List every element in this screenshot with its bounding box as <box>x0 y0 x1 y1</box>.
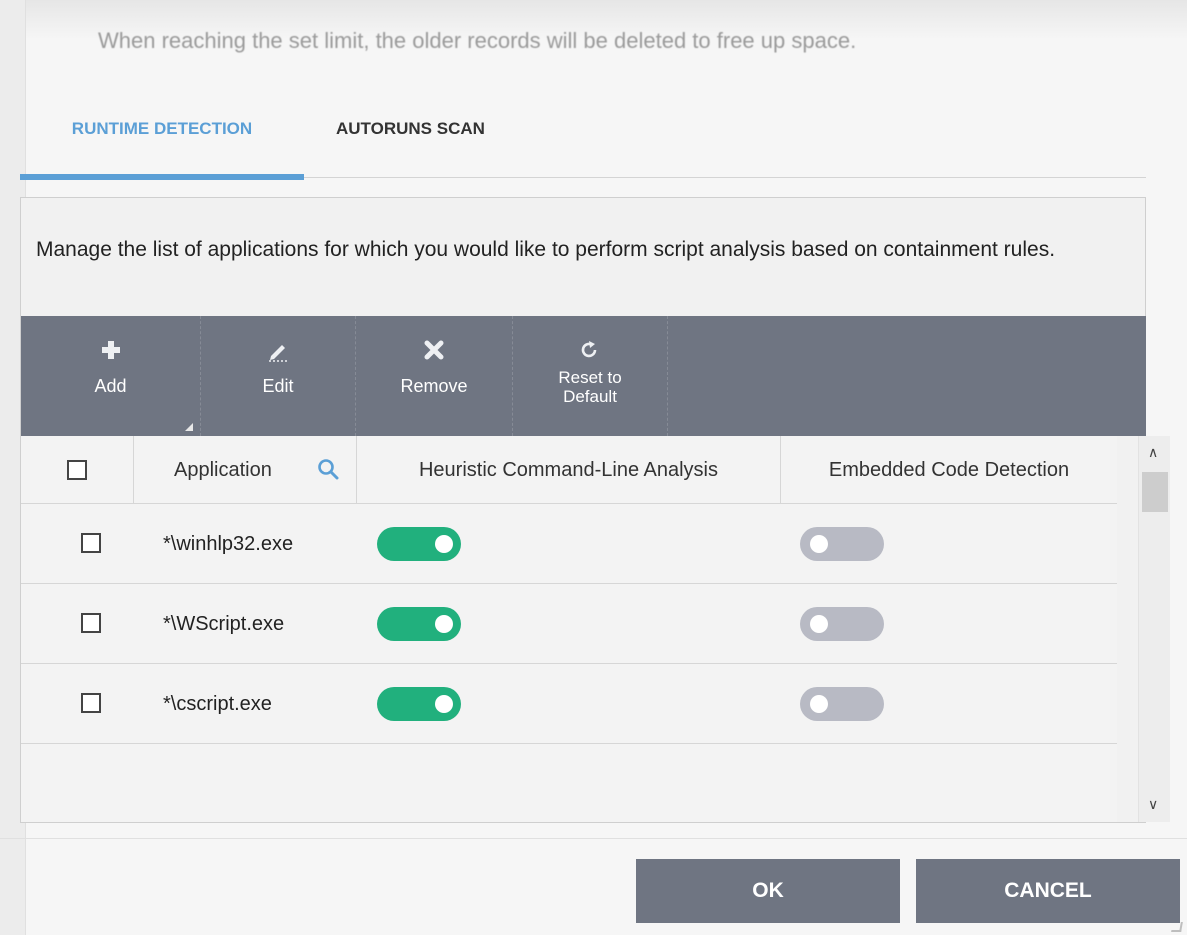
dropdown-corner-icon <box>185 423 193 431</box>
table-header: Application Heuristic Command-Line Analy… <box>21 436 1117 504</box>
footer-divider <box>0 838 1187 839</box>
add-label: Add <box>94 376 127 396</box>
toggle-knob <box>810 615 828 633</box>
resize-grip-icon[interactable] <box>1171 922 1183 932</box>
select-all-checkbox[interactable] <box>67 460 87 480</box>
ok-button[interactable]: OK <box>636 859 900 923</box>
column-label-application: Application <box>174 458 272 481</box>
application-name: *\WScript.exe <box>163 612 285 635</box>
pencil-icon <box>267 340 289 362</box>
column-header-embedded[interactable]: Embedded Code Detection <box>781 436 1117 504</box>
embedded-toggle[interactable] <box>800 607 884 641</box>
tab-autoruns-scan[interactable]: AUTORUNS SCAN <box>336 110 485 180</box>
table-row[interactable]: *\WScript.exe <box>21 584 1117 664</box>
column-label-heuristic: Heuristic Command-Line Analysis <box>418 458 718 481</box>
heuristic-toggle[interactable] <box>377 527 461 561</box>
table-empty-area <box>21 744 1117 822</box>
panel-description: Manage the list of applications for whic… <box>36 238 1056 261</box>
x-icon <box>424 340 444 362</box>
embedded-toggle[interactable] <box>800 527 884 561</box>
reset-to-default-button[interactable]: Reset to Default <box>513 316 668 436</box>
edit-button[interactable]: Edit <box>201 316 356 436</box>
chevron-down-icon[interactable]: ∨ <box>1148 796 1158 813</box>
toggle-knob <box>435 615 453 633</box>
cancel-button[interactable]: CANCEL <box>916 859 1180 923</box>
scrollbar-thumb[interactable] <box>1142 472 1168 512</box>
plus-icon <box>101 340 121 362</box>
column-header-heuristic[interactable]: Heuristic Command-Line Analysis <box>357 436 781 504</box>
toggle-knob <box>810 695 828 713</box>
row-checkbox[interactable] <box>81 613 101 633</box>
embedded-toggle[interactable] <box>800 687 884 721</box>
remove-button[interactable]: Remove <box>356 316 513 436</box>
toggle-knob <box>435 695 453 713</box>
chevron-up-icon[interactable]: ∧ <box>1148 444 1158 461</box>
table-row[interactable]: *\cscript.exe <box>21 664 1117 744</box>
active-tab-indicator <box>20 174 304 180</box>
table-row[interactable]: *\winhlp32.exe <box>21 504 1117 584</box>
tab-bar: RUNTIME DETECTION AUTORUNS SCAN <box>20 110 1146 180</box>
toggle-knob <box>435 535 453 553</box>
application-name: *\winhlp32.exe <box>163 532 294 555</box>
reset-label-line2: Default <box>563 387 617 406</box>
add-button[interactable]: Add <box>21 316 201 436</box>
heuristic-toggle[interactable] <box>377 687 461 721</box>
search-icon[interactable] <box>317 458 339 480</box>
reset-icon <box>580 340 600 362</box>
row-checkbox[interactable] <box>81 533 101 553</box>
scrollbar[interactable]: ∧ ∨ <box>1138 436 1170 822</box>
reset-label-line1: Reset to <box>558 368 622 387</box>
edit-label: Edit <box>262 376 294 396</box>
tab-runtime-detection[interactable]: RUNTIME DETECTION <box>20 110 304 180</box>
row-checkbox[interactable] <box>81 693 101 713</box>
column-label-embedded: Embedded Code Detection <box>828 458 1070 481</box>
heuristic-toggle[interactable] <box>377 607 461 641</box>
reset-label: Reset to Default <box>558 368 621 406</box>
header-checkbox-cell <box>21 436 134 504</box>
remove-label: Remove <box>400 376 468 396</box>
application-name: *\cscript.exe <box>163 692 272 715</box>
top-note: When reaching the set limit, the older r… <box>98 28 857 53</box>
toggle-knob <box>810 535 828 553</box>
toolbar: Add Edit Remove Reset to Default <box>21 316 1146 436</box>
